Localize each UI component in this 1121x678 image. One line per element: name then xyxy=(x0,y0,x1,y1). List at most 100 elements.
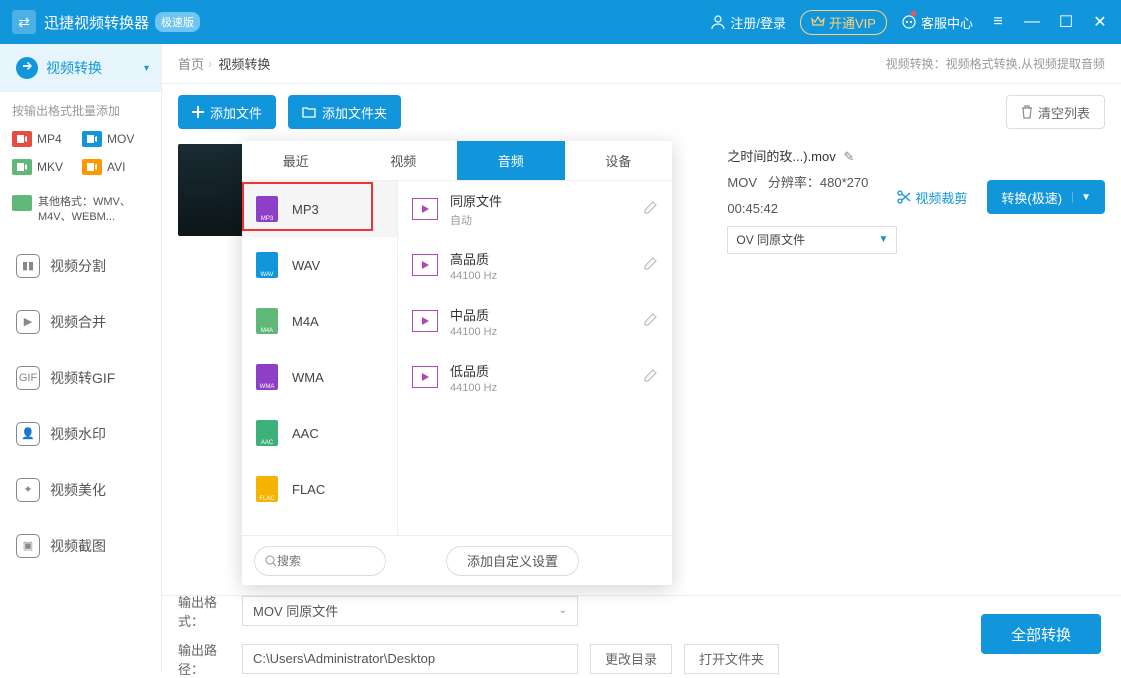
media-icon xyxy=(412,310,438,332)
file-thumbnail[interactable] xyxy=(178,144,246,236)
plus-icon xyxy=(192,106,204,118)
video-trim-button[interactable]: 视频裁剪 xyxy=(897,188,967,207)
format-mp4[interactable]: MP4 xyxy=(8,125,78,153)
breadcrumb-current: 视频转换 xyxy=(218,54,270,73)
popup-tab-视频[interactable]: 视频 xyxy=(350,141,458,180)
breadcrumb-desc: 视频转换：视频格式转换,从视频提取音频 xyxy=(886,55,1105,72)
chevron-down-icon: ▾ xyxy=(144,63,149,74)
crown-icon xyxy=(811,15,825,29)
popup-tab-音频[interactable]: 音频 xyxy=(457,141,565,180)
nav-icon: ▣ xyxy=(16,534,40,558)
folder-icon xyxy=(302,106,316,118)
nav-icon: ▮▮ xyxy=(16,254,40,278)
file-icon xyxy=(256,364,278,390)
popup-format-aac[interactable]: AAC xyxy=(242,405,397,461)
edit-icon[interactable] xyxy=(644,368,658,387)
minimize-button[interactable]: — xyxy=(1023,13,1041,31)
clear-list-button[interactable]: 清空列表 xyxy=(1006,95,1105,129)
convert-row-button[interactable]: 转换(极速) ▼ xyxy=(987,180,1105,214)
chevron-down-icon: ⌄ xyxy=(559,605,567,616)
menu-icon[interactable]: ≡ xyxy=(989,13,1007,31)
search-icon xyxy=(265,555,277,567)
sidebar-item-视频合并[interactable]: ▶视频合并 xyxy=(0,294,161,350)
batch-label: 按输出格式批量添加 xyxy=(0,92,161,125)
close-button[interactable]: ✕ xyxy=(1091,13,1109,31)
trash-icon xyxy=(1021,105,1033,119)
sidebar-item-video-convert[interactable]: 视频转换 ▾ xyxy=(0,44,161,92)
breadcrumb: 首页 › 视频转换 视频转换：视频格式转换,从视频提取音频 xyxy=(162,44,1121,84)
output-path-label: 输出路径： xyxy=(178,640,242,678)
media-icon xyxy=(412,254,438,276)
support-button[interactable]: 客服中心 xyxy=(901,13,973,32)
file-icon xyxy=(256,476,278,502)
file-icon xyxy=(256,420,278,446)
sidebar-item-视频分割[interactable]: ▮▮视频分割 xyxy=(0,238,161,294)
format-icon xyxy=(12,195,32,211)
popup-format-wav[interactable]: WAV xyxy=(242,237,397,293)
popup-format-flac[interactable]: FLAC xyxy=(242,461,397,517)
output-path-input[interactable]: C:\Users\Administrator\Desktop xyxy=(242,644,578,674)
chevron-down-icon[interactable]: ▼ xyxy=(1072,192,1099,203)
quality-低品质[interactable]: 低品质44100 Hz xyxy=(398,349,672,405)
format-popup: 最近视频音频设备 MP3WAVM4AWMAAACFLAC 同原文件自动高品质44… xyxy=(242,141,672,585)
output-format-label: 输出格式： xyxy=(178,592,242,630)
open-dir-button[interactable]: 打开文件夹 xyxy=(684,644,779,674)
media-icon xyxy=(412,366,438,388)
rename-icon[interactable]: ✎ xyxy=(843,149,854,164)
format-icon xyxy=(82,159,102,175)
sidebar-item-视频美化[interactable]: ✦视频美化 xyxy=(0,462,161,518)
maximize-button[interactable]: ☐ xyxy=(1057,13,1075,31)
add-custom-button[interactable]: 添加自定义设置 xyxy=(446,546,579,576)
chevron-down-icon: ▼ xyxy=(879,230,889,250)
file-meta: 之时间的玫...).mov ✎ MOV 分辨率：480*270 00:45:42… xyxy=(727,144,897,254)
quality-同原文件[interactable]: 同原文件自动 xyxy=(398,181,672,237)
popup-format-wma[interactable]: WMA xyxy=(242,349,397,405)
popup-format-m4a[interactable]: M4A xyxy=(242,293,397,349)
format-icon xyxy=(12,159,32,175)
popup-format-mp3[interactable]: MP3 xyxy=(242,181,397,237)
notification-dot xyxy=(911,11,916,16)
output-format-select[interactable]: MOV 同原文件 ⌄ xyxy=(242,596,578,626)
file-icon xyxy=(256,308,278,334)
footer: 输出格式： MOV 同原文件 ⌄ 输出路径： C:\Users\Administ… xyxy=(162,595,1121,673)
edit-icon[interactable] xyxy=(644,256,658,275)
sidebar-item-视频截图[interactable]: ▣视频截图 xyxy=(0,518,161,574)
format-search[interactable] xyxy=(254,546,386,576)
popup-tab-最近[interactable]: 最近 xyxy=(242,141,350,180)
quality-高品质[interactable]: 高品质44100 Hz xyxy=(398,237,672,293)
convert-icon xyxy=(16,57,38,79)
chat-icon xyxy=(901,14,917,30)
nav-icon: ▶ xyxy=(16,310,40,334)
convert-all-button[interactable]: 全部转换 xyxy=(981,614,1101,654)
login-button[interactable]: 注册/登录 xyxy=(710,13,786,32)
app-icon: ⇄ xyxy=(12,10,36,34)
format-mkv[interactable]: MKV xyxy=(8,153,78,181)
add-file-button[interactable]: 添加文件 xyxy=(178,95,276,129)
edit-icon[interactable] xyxy=(644,200,658,219)
user-icon xyxy=(710,14,726,30)
format-mov[interactable]: MOV xyxy=(78,125,148,153)
nav-icon: ✦ xyxy=(16,478,40,502)
app-title: 迅捷视频转换器 xyxy=(44,12,149,33)
quality-中品质[interactable]: 中品质44100 Hz xyxy=(398,293,672,349)
format-icon xyxy=(12,131,32,147)
file-icon xyxy=(256,196,278,222)
app-badge: 极速版 xyxy=(155,12,200,32)
nav-icon: GIF xyxy=(16,366,40,390)
add-folder-button[interactable]: 添加文件夹 xyxy=(288,95,401,129)
edit-icon[interactable] xyxy=(644,312,658,331)
file-icon xyxy=(256,252,278,278)
sidebar: 视频转换 ▾ 按输出格式批量添加 MP4MOVMKVAVI 其他格式：WMV、M… xyxy=(0,44,162,673)
sidebar-item-视频转GIF[interactable]: GIF视频转GIF xyxy=(0,350,161,406)
vip-button[interactable]: 开通VIP xyxy=(800,10,887,35)
other-formats[interactable]: 其他格式：WMV、M4V、WEBM... xyxy=(0,189,161,238)
breadcrumb-home[interactable]: 首页 xyxy=(178,54,204,73)
format-avi[interactable]: AVI xyxy=(78,153,148,181)
format-icon xyxy=(82,131,102,147)
change-dir-button[interactable]: 更改目录 xyxy=(590,644,672,674)
sidebar-item-视频水印[interactable]: 👤视频水印 xyxy=(0,406,161,462)
popup-tab-设备[interactable]: 设备 xyxy=(565,141,673,180)
titlebar: ⇄ 迅捷视频转换器 极速版 注册/登录 开通VIP 客服中心 ≡ — ☐ ✕ xyxy=(0,0,1121,44)
format-search-input[interactable] xyxy=(277,554,367,568)
row-format-select[interactable]: OV 同原文件 ▼ xyxy=(727,226,897,254)
